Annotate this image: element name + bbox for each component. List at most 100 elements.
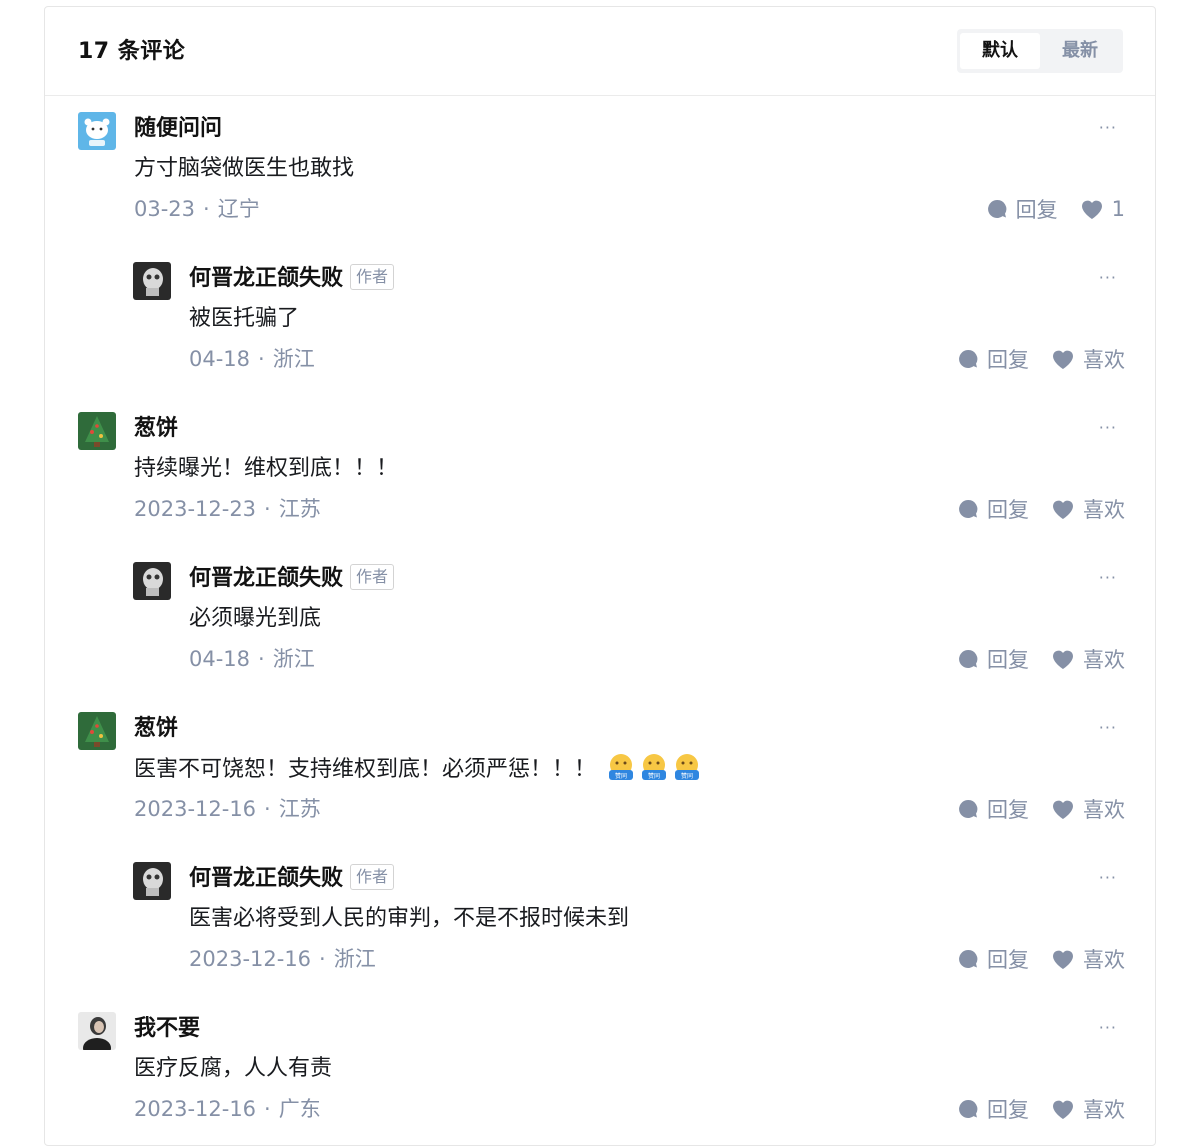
like-label: 喜欢 (1083, 648, 1125, 672)
meta-separator: · (258, 647, 265, 671)
meta-separator: · (203, 197, 210, 221)
heart-icon (1053, 1100, 1073, 1119)
reply-icon (959, 1099, 978, 1118)
reply-button[interactable]: 回复 (957, 794, 1029, 824)
comment-region: 辽宁 (217, 197, 260, 221)
heart-icon (1053, 950, 1073, 969)
author-name[interactable]: 何晋龙正颌失败 作者 (189, 862, 395, 896)
heart-icon (1081, 200, 1102, 219)
avatar[interactable] (133, 862, 171, 900)
reply-button[interactable]: 回复 (957, 494, 1029, 524)
like-button[interactable]: 1 (1080, 197, 1125, 221)
reply-label: 回复 (987, 948, 1029, 972)
avatar[interactable] (78, 712, 116, 750)
like-label: 喜欢 (1083, 798, 1125, 822)
comment-item: 葱饼 ··· 持续曝光！维权到底！！！ 2023-12-23 · 江苏 回复 喜欢 (45, 396, 1157, 546)
like-label: 喜欢 (1083, 498, 1125, 522)
like-button[interactable]: 喜欢 (1051, 644, 1125, 674)
like-button[interactable]: 喜欢 (1051, 944, 1125, 974)
comment-meta: 04-18 · 浙江 (189, 642, 315, 676)
more-options-button[interactable]: ··· (1099, 418, 1117, 437)
sort-switch: 默认 最新 (957, 29, 1123, 73)
comment-region: 浙江 (272, 647, 315, 671)
author-name-text: 何晋龙正颌失败 (189, 566, 344, 591)
comment-text: 医疗反腐，人人有责 (134, 1056, 333, 1081)
more-options-button[interactable]: ··· (1099, 868, 1117, 887)
comment-text: 医害必将受到人民的审判，不是不报时候未到 (189, 906, 630, 931)
comment-item: 我不要 ··· 医疗反腐，人人有责 2023-12-16 · 广东 回复 喜欢 (45, 996, 1157, 1146)
comment-date: 03-23 (134, 197, 196, 221)
reply-icon (959, 949, 978, 968)
comment-meta: 04-18 · 浙江 (189, 342, 315, 376)
comment-actions: 回复 喜欢 (935, 342, 1125, 376)
sort-default-button[interactable]: 默认 (960, 33, 1040, 69)
meta-separator: · (319, 947, 326, 971)
agree-emoji-label: 赞同 (681, 772, 693, 780)
like-label: 喜欢 (1083, 348, 1125, 372)
comment-actions: 回复 喜欢 (935, 1092, 1125, 1126)
comment-item: 葱饼 ··· 医害不可饶恕！支持维权到底！必须严惩！！！ 赞同 赞同 赞同 2023… (45, 696, 1157, 846)
reply-button[interactable]: 回复 (957, 344, 1029, 374)
meta-separator: · (264, 1097, 271, 1121)
reply-label: 回复 (987, 498, 1029, 522)
more-options-button[interactable]: ··· (1099, 268, 1117, 287)
comment-meta: 2023-12-23 · 江苏 (134, 492, 321, 526)
comment-text: 必须曝光到底 (189, 606, 322, 631)
author-name[interactable]: 葱饼 (134, 412, 178, 446)
more-options-button[interactable]: ··· (1099, 1018, 1117, 1037)
heart-icon (1053, 800, 1073, 819)
comment-date: 2023-12-16 (134, 797, 257, 821)
heart-icon (1053, 350, 1073, 369)
comment-date: 04-18 (189, 347, 251, 371)
sort-latest-button[interactable]: 最新 (1040, 33, 1120, 69)
comment-date: 2023-12-23 (134, 497, 257, 521)
comment-date: 2023-12-16 (189, 947, 312, 971)
meta-separator: · (264, 797, 271, 821)
comment-region: 广东 (278, 1097, 321, 1121)
author-name[interactable]: 随便问问 (134, 112, 222, 146)
comment-date: 04-18 (189, 647, 251, 671)
author-name[interactable]: 何晋龙正颌失败 作者 (189, 562, 395, 596)
reply-button[interactable]: 回复 (957, 944, 1029, 974)
like-button[interactable]: 喜欢 (1051, 344, 1125, 374)
reply-button[interactable]: 回复 (957, 644, 1029, 674)
meta-separator: · (264, 497, 271, 521)
author-name[interactable]: 葱饼 (134, 712, 178, 746)
reply-icon (959, 649, 978, 668)
reply-button[interactable]: 回复 (957, 1094, 1029, 1124)
comment-meta: 2023-12-16 · 广东 (134, 1092, 321, 1126)
reply-item: 何晋龙正颌失败 作者 ··· 必须曝光到底 04-18 · 浙江 回复 喜欢 (45, 546, 1157, 696)
reply-label: 回复 (1015, 198, 1058, 222)
reply-label: 回复 (987, 798, 1029, 822)
agree-emoji-label: 赞同 (648, 772, 660, 780)
like-button[interactable]: 喜欢 (1051, 494, 1125, 524)
avatar[interactable] (78, 1012, 116, 1050)
avatar[interactable] (133, 562, 171, 600)
avatar[interactable] (78, 412, 116, 450)
like-button[interactable]: 喜欢 (1051, 1094, 1125, 1124)
author-name[interactable]: 何晋龙正颌失败 作者 (189, 262, 395, 296)
meta-separator: · (258, 347, 265, 371)
avatar[interactable] (133, 262, 171, 300)
author-name[interactable]: 我不要 (134, 1012, 200, 1046)
reply-button[interactable]: 回复 (986, 194, 1058, 224)
comments-card: 17 条评论 默认 最新 随便问问 ··· 方寸脑袋做医生也敢找 03-23 ·… (44, 6, 1156, 1146)
reply-label: 回复 (987, 1098, 1029, 1122)
more-options-button[interactable]: ··· (1099, 118, 1117, 137)
more-options-button[interactable]: ··· (1099, 568, 1117, 587)
reply-label: 回复 (987, 648, 1029, 672)
reply-icon (959, 799, 978, 818)
more-options-button[interactable]: ··· (1099, 718, 1117, 737)
like-label: 喜欢 (1083, 1098, 1125, 1122)
comment-item: 随便问问 ··· 方寸脑袋做医生也敢找 03-23 · 辽宁 回复 1 (45, 96, 1157, 246)
comment-text-body: 医害不可饶恕！支持维权到底！必须严惩！！！ (134, 757, 597, 782)
author-badge: 作者 (350, 564, 395, 590)
heart-icon (1053, 500, 1073, 519)
reply-icon (959, 499, 978, 518)
comment-text: 被医托骗了 (189, 306, 300, 331)
reply-icon (987, 199, 1006, 218)
like-button[interactable]: 喜欢 (1051, 794, 1125, 824)
comment-region: 浙江 (333, 947, 376, 971)
avatar[interactable] (78, 112, 116, 150)
comment-actions: 回复 喜欢 (935, 942, 1125, 976)
